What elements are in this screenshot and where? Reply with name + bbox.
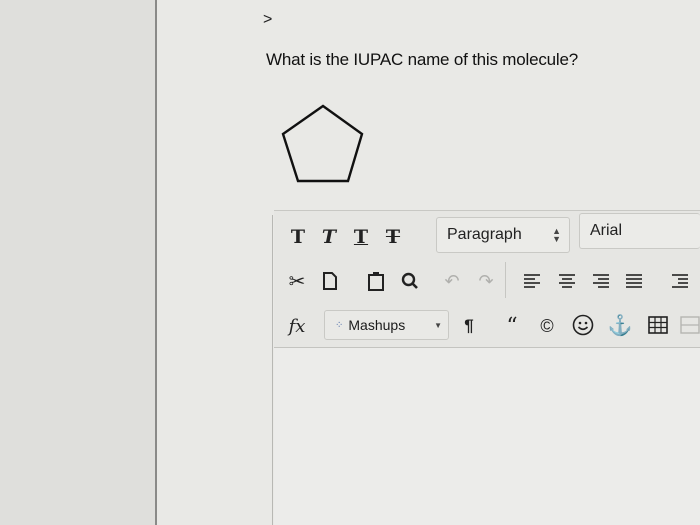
cut-icon[interactable]: ✂	[285, 268, 309, 294]
undo-icon[interactable]: ↶	[440, 268, 464, 294]
paragraph-format-value: Paragraph	[447, 226, 522, 243]
cyclopentane-structure	[281, 104, 364, 183]
select-arrows-icon: ▲ ▼	[552, 226, 561, 244]
formula-icon[interactable]: fx	[284, 312, 310, 340]
collapse-caret[interactable]: >	[263, 11, 272, 29]
toolbar-separator	[505, 262, 506, 298]
italic-button[interactable]: T	[316, 222, 342, 252]
underline-button[interactable]: T	[348, 222, 374, 252]
mashups-icon: ⁘	[335, 319, 343, 331]
redo-icon[interactable]: ↷	[474, 268, 498, 294]
paragraph-format-select[interactable]: Paragraph ▲ ▼	[436, 217, 570, 253]
anchor-icon[interactable]: ⚓	[607, 310, 633, 340]
mashups-label: Mashups	[348, 317, 406, 333]
align-justify-icon[interactable]	[622, 268, 646, 294]
copy-icon[interactable]	[318, 268, 342, 294]
pentagon-ring	[281, 104, 364, 183]
quote-icon[interactable]: “	[500, 312, 524, 340]
paste-icon[interactable]	[364, 268, 388, 294]
chevron-down-icon: ▼	[434, 321, 442, 330]
question-text: What is the IUPAC name of this molecule?	[266, 50, 578, 69]
copyright-icon[interactable]: ©	[535, 312, 559, 340]
pilcrow-icon[interactable]: ¶	[457, 312, 481, 340]
table-options-icon[interactable]	[680, 310, 700, 340]
left-gutter	[0, 0, 155, 525]
emoji-icon[interactable]	[570, 310, 596, 340]
align-right-icon[interactable]	[589, 268, 613, 294]
strikethrough-button[interactable]: T	[380, 222, 406, 252]
bold-button[interactable]: T	[285, 222, 311, 252]
find-icon[interactable]	[398, 268, 422, 294]
align-center-icon[interactable]	[555, 268, 579, 294]
answer-left-border	[272, 215, 273, 525]
mashups-dropdown[interactable]: ⁘ Mashups ▼	[324, 310, 449, 340]
font-family-value: Arial	[590, 222, 623, 239]
table-icon[interactable]	[645, 310, 671, 340]
align-left-icon[interactable]	[520, 268, 544, 294]
list-icon[interactable]	[668, 268, 692, 294]
font-family-select[interactable]: Arial	[579, 213, 700, 249]
